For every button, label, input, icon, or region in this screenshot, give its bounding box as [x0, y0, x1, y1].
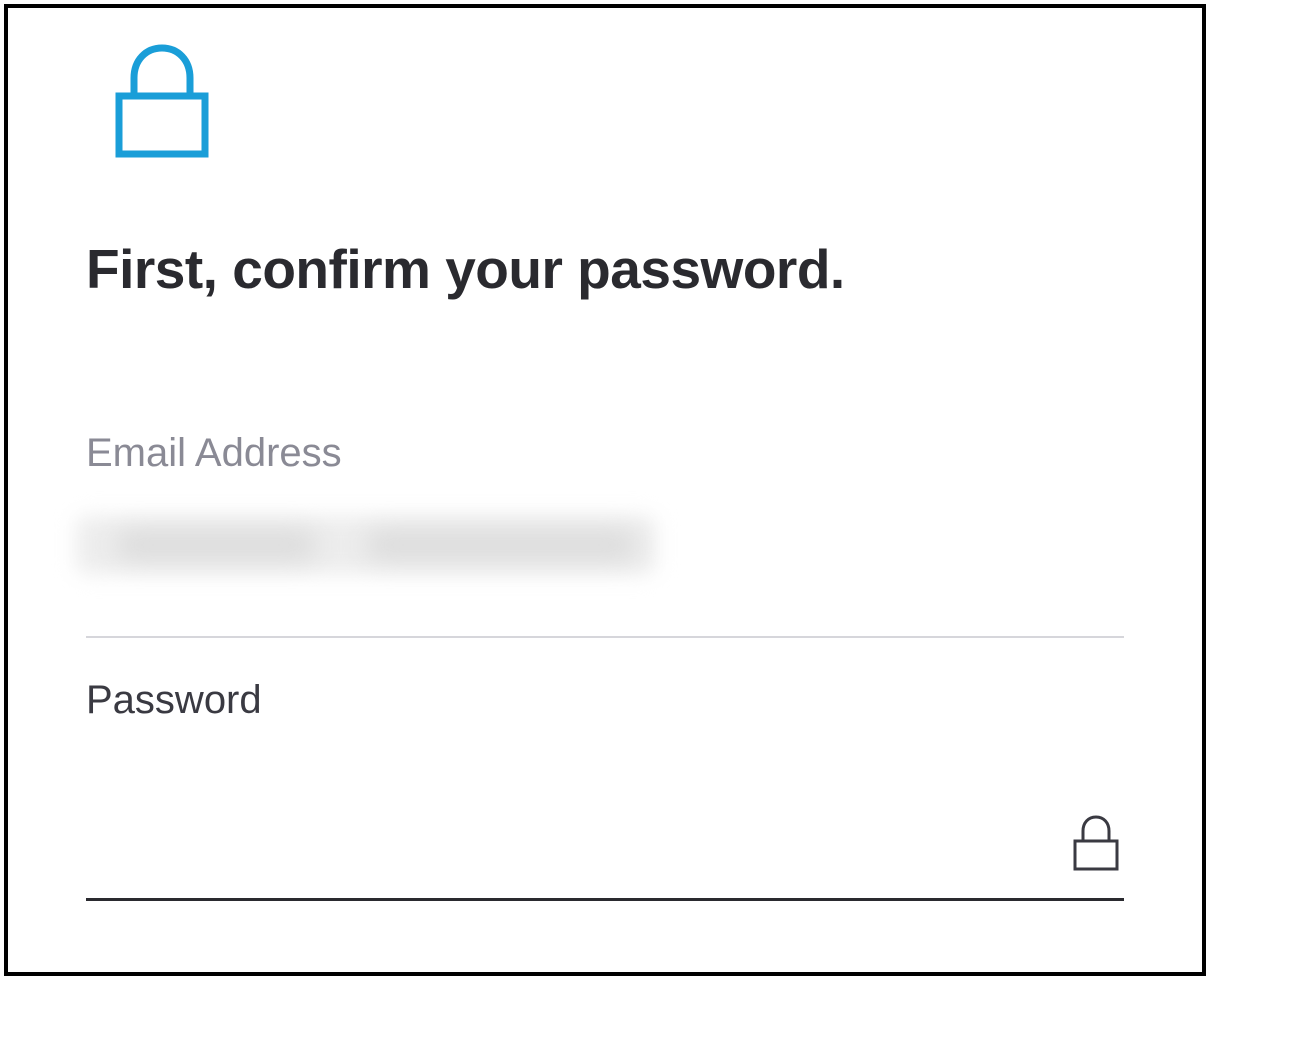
- page-title: First, confirm your password.: [86, 237, 1124, 301]
- email-label: Email Address: [86, 431, 1124, 476]
- password-field-group: Password: [86, 678, 1124, 901]
- password-input[interactable]: [86, 837, 1072, 880]
- email-value-redacted: [86, 516, 1124, 576]
- email-field-group: Email Address: [86, 431, 1124, 638]
- confirm-password-panel: First, confirm your password. Email Addr…: [4, 4, 1206, 976]
- password-label: Password: [86, 678, 1124, 723]
- lock-icon: [1072, 813, 1120, 878]
- lock-icon: [112, 38, 1124, 167]
- password-input-row: [86, 813, 1124, 901]
- field-divider: [86, 636, 1124, 638]
